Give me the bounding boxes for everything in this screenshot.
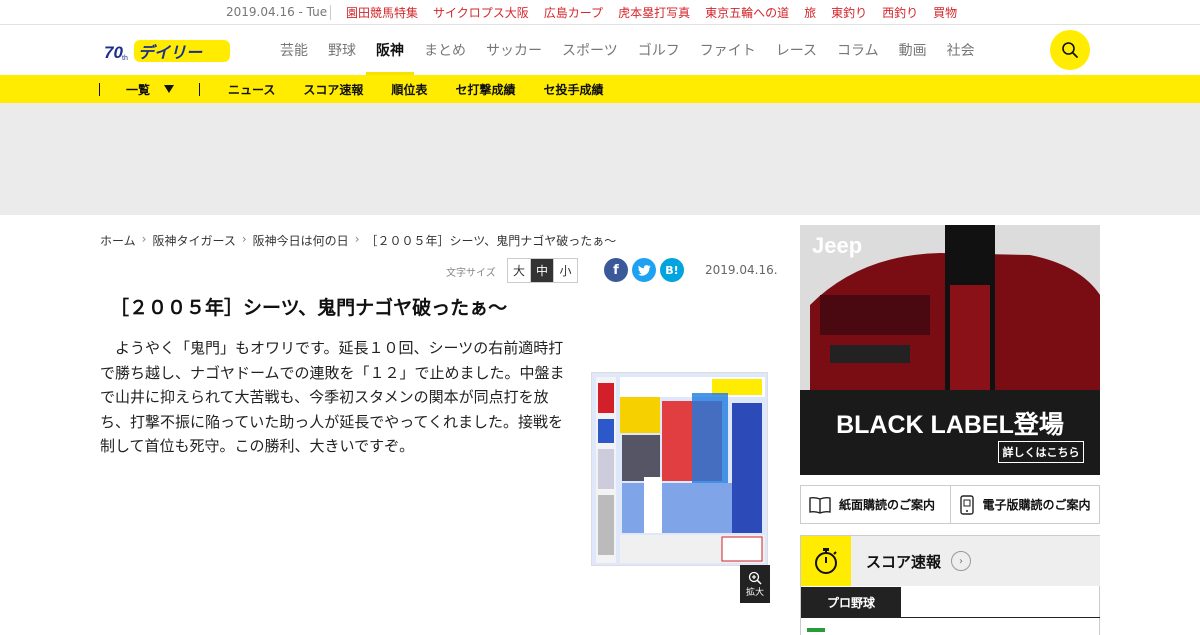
- top-link[interactable]: 園田競馬特集: [346, 4, 418, 21]
- breadcrumb-link[interactable]: ホーム: [100, 232, 136, 249]
- breadcrumb-link[interactable]: 阪神今日は何の日: [253, 232, 349, 249]
- nav-item[interactable]: 芸能: [280, 25, 308, 75]
- score-title: スコア速報: [866, 552, 942, 571]
- top-link[interactable]: 東釣り: [831, 4, 867, 21]
- nav-item[interactable]: サッカー: [486, 25, 542, 75]
- team-color-marker: [807, 628, 825, 632]
- svg-text:70: 70: [104, 43, 123, 62]
- top-link[interactable]: 旅: [804, 4, 816, 21]
- main-header: 70 th デイリー 芸能 野球 阪神 まとめ サッカー スポーツ ゴルフ ファ…: [0, 25, 1200, 75]
- score-header[interactable]: スコア速報 ›: [851, 536, 1100, 586]
- sub-nav-item[interactable]: スコア速報: [303, 81, 363, 98]
- font-size-label: 文字サイズ: [446, 268, 496, 279]
- sub-nav-item[interactable]: 順位表: [391, 81, 427, 98]
- nav-item[interactable]: レース: [776, 25, 817, 75]
- font-size-selector: 大 中 小: [507, 258, 578, 283]
- top-links: 園田競馬特集 サイクロプス大阪 広島カープ 虎本塁打写真 東京五輪への道 旅 東…: [346, 4, 957, 21]
- top-bar: 2019.04.16 - Tue 園田競馬特集 サイクロプス大阪 広島カープ 虎…: [0, 0, 1200, 25]
- tab-pro-baseball[interactable]: プロ野球: [801, 587, 901, 617]
- chevron-right-icon: ›: [141, 232, 147, 246]
- sub-nav-item[interactable]: セ打撃成績: [455, 81, 515, 98]
- nav-item[interactable]: ゴルフ: [638, 25, 680, 75]
- breadcrumb-link[interactable]: 阪神タイガース: [152, 232, 235, 249]
- nav-item[interactable]: 動画: [899, 25, 927, 75]
- newspaper-image[interactable]: [591, 372, 768, 566]
- sub-nav-items: ニュース スコア速報 順位表 セ打撃成績 セ投手成績: [228, 81, 603, 98]
- nav-item[interactable]: 社会: [947, 25, 975, 75]
- svg-text:th: th: [122, 55, 128, 62]
- font-size-large-button[interactable]: 大: [508, 259, 531, 282]
- zoom-button[interactable]: 拡大: [740, 565, 770, 603]
- top-link[interactable]: 東京五輪への道: [705, 4, 789, 21]
- article-body: ようやく「鬼門」もオワリです。延長１０回、シーツの右前適時打で勝ち越し、ナゴヤド…: [100, 339, 565, 455]
- paper-subscription-link[interactable]: 紙面購読のご案内: [801, 486, 951, 523]
- hatena-icon: B!: [665, 263, 679, 277]
- ad-headline: BLACK LABEL登場: [836, 411, 1064, 439]
- nav-item-active[interactable]: 阪神: [366, 25, 414, 75]
- top-link[interactable]: 広島カープ: [544, 4, 603, 21]
- facebook-share-button[interactable]: f: [604, 258, 628, 282]
- sub-nav-item[interactable]: セ投手成績: [543, 81, 603, 98]
- jeep-logo: Jeep: [812, 233, 863, 258]
- ad-details-button[interactable]: 詳しくはこちら: [998, 441, 1084, 463]
- search-button[interactable]: [1050, 30, 1090, 70]
- top-link[interactable]: サイクロプス大阪: [433, 4, 529, 21]
- subscription-links: 紙面購読のご案内 電子版購読のご案内: [800, 485, 1100, 524]
- chevron-right-icon: ›: [241, 232, 247, 246]
- nav-item[interactable]: ファイト: [700, 25, 756, 75]
- search-icon: [1062, 42, 1078, 58]
- divider: [199, 83, 200, 96]
- zoom-in-icon: [748, 571, 762, 585]
- list-dropdown[interactable]: 一覧: [126, 81, 150, 98]
- article-date: 2019.04.16.: [705, 263, 778, 277]
- smartphone-icon: [959, 494, 974, 515]
- main-nav: 芸能 野球 阪神 まとめ サッカー スポーツ ゴルフ ファイト レース コラム …: [280, 25, 995, 75]
- daily-logo[interactable]: 70 th デイリー: [104, 38, 234, 62]
- score-widget: スコア速報 › プロ野球: [800, 535, 1100, 635]
- font-size-medium-button[interactable]: 中: [531, 259, 554, 282]
- digital-subscription-link[interactable]: 電子版購読のご案内: [951, 486, 1100, 523]
- article-title: ［２００５年］シーツ、鬼門ナゴヤ破ったぁ～: [110, 297, 508, 319]
- twitter-icon: [637, 264, 650, 276]
- hatena-bookmark-button[interactable]: B!: [660, 258, 684, 282]
- divider: [99, 83, 100, 96]
- font-size-small-button[interactable]: 小: [554, 259, 577, 282]
- nav-item[interactable]: スポーツ: [562, 25, 618, 75]
- nav-item[interactable]: コラム: [837, 25, 879, 75]
- nav-item[interactable]: まとめ: [424, 25, 466, 75]
- svg-text:デイリー: デイリー: [138, 43, 203, 62]
- nav-item[interactable]: 野球: [328, 25, 356, 75]
- breadcrumb: ホーム › 阪神タイガース › 阪神今日は何の日 › ［２００５年］シーツ、鬼門…: [100, 232, 622, 249]
- current-date: 2019.04.16 - Tue: [226, 5, 328, 19]
- sub-nav: 一覧 ニュース スコア速報 順位表 セ打撃成績 セ投手成績: [0, 75, 1200, 103]
- breadcrumb-current: ［２００５年］シーツ、鬼門ナゴヤ破ったぁ～: [365, 234, 617, 248]
- top-link[interactable]: 買物: [933, 4, 957, 21]
- chevron-right-icon: ›: [354, 232, 360, 246]
- top-link[interactable]: 西釣り: [882, 4, 918, 21]
- facebook-icon: f: [613, 262, 619, 278]
- twitter-share-button[interactable]: [632, 258, 656, 282]
- top-link[interactable]: 虎本塁打写真: [618, 4, 690, 21]
- book-icon: [809, 496, 831, 514]
- divider: [801, 617, 1100, 618]
- sub-nav-item[interactable]: ニュース: [228, 81, 275, 98]
- zoom-label: 拡大: [745, 587, 764, 598]
- ad-banner-area: [0, 103, 1200, 215]
- arrow-right-icon[interactable]: ›: [951, 551, 972, 571]
- dropdown-triangle-icon[interactable]: [164, 85, 174, 93]
- jeep-ad[interactable]: Jeep BLACK LABEL登場 詳しくはこちら: [800, 225, 1100, 475]
- divider: [330, 5, 331, 20]
- stopwatch-icon: [801, 536, 851, 586]
